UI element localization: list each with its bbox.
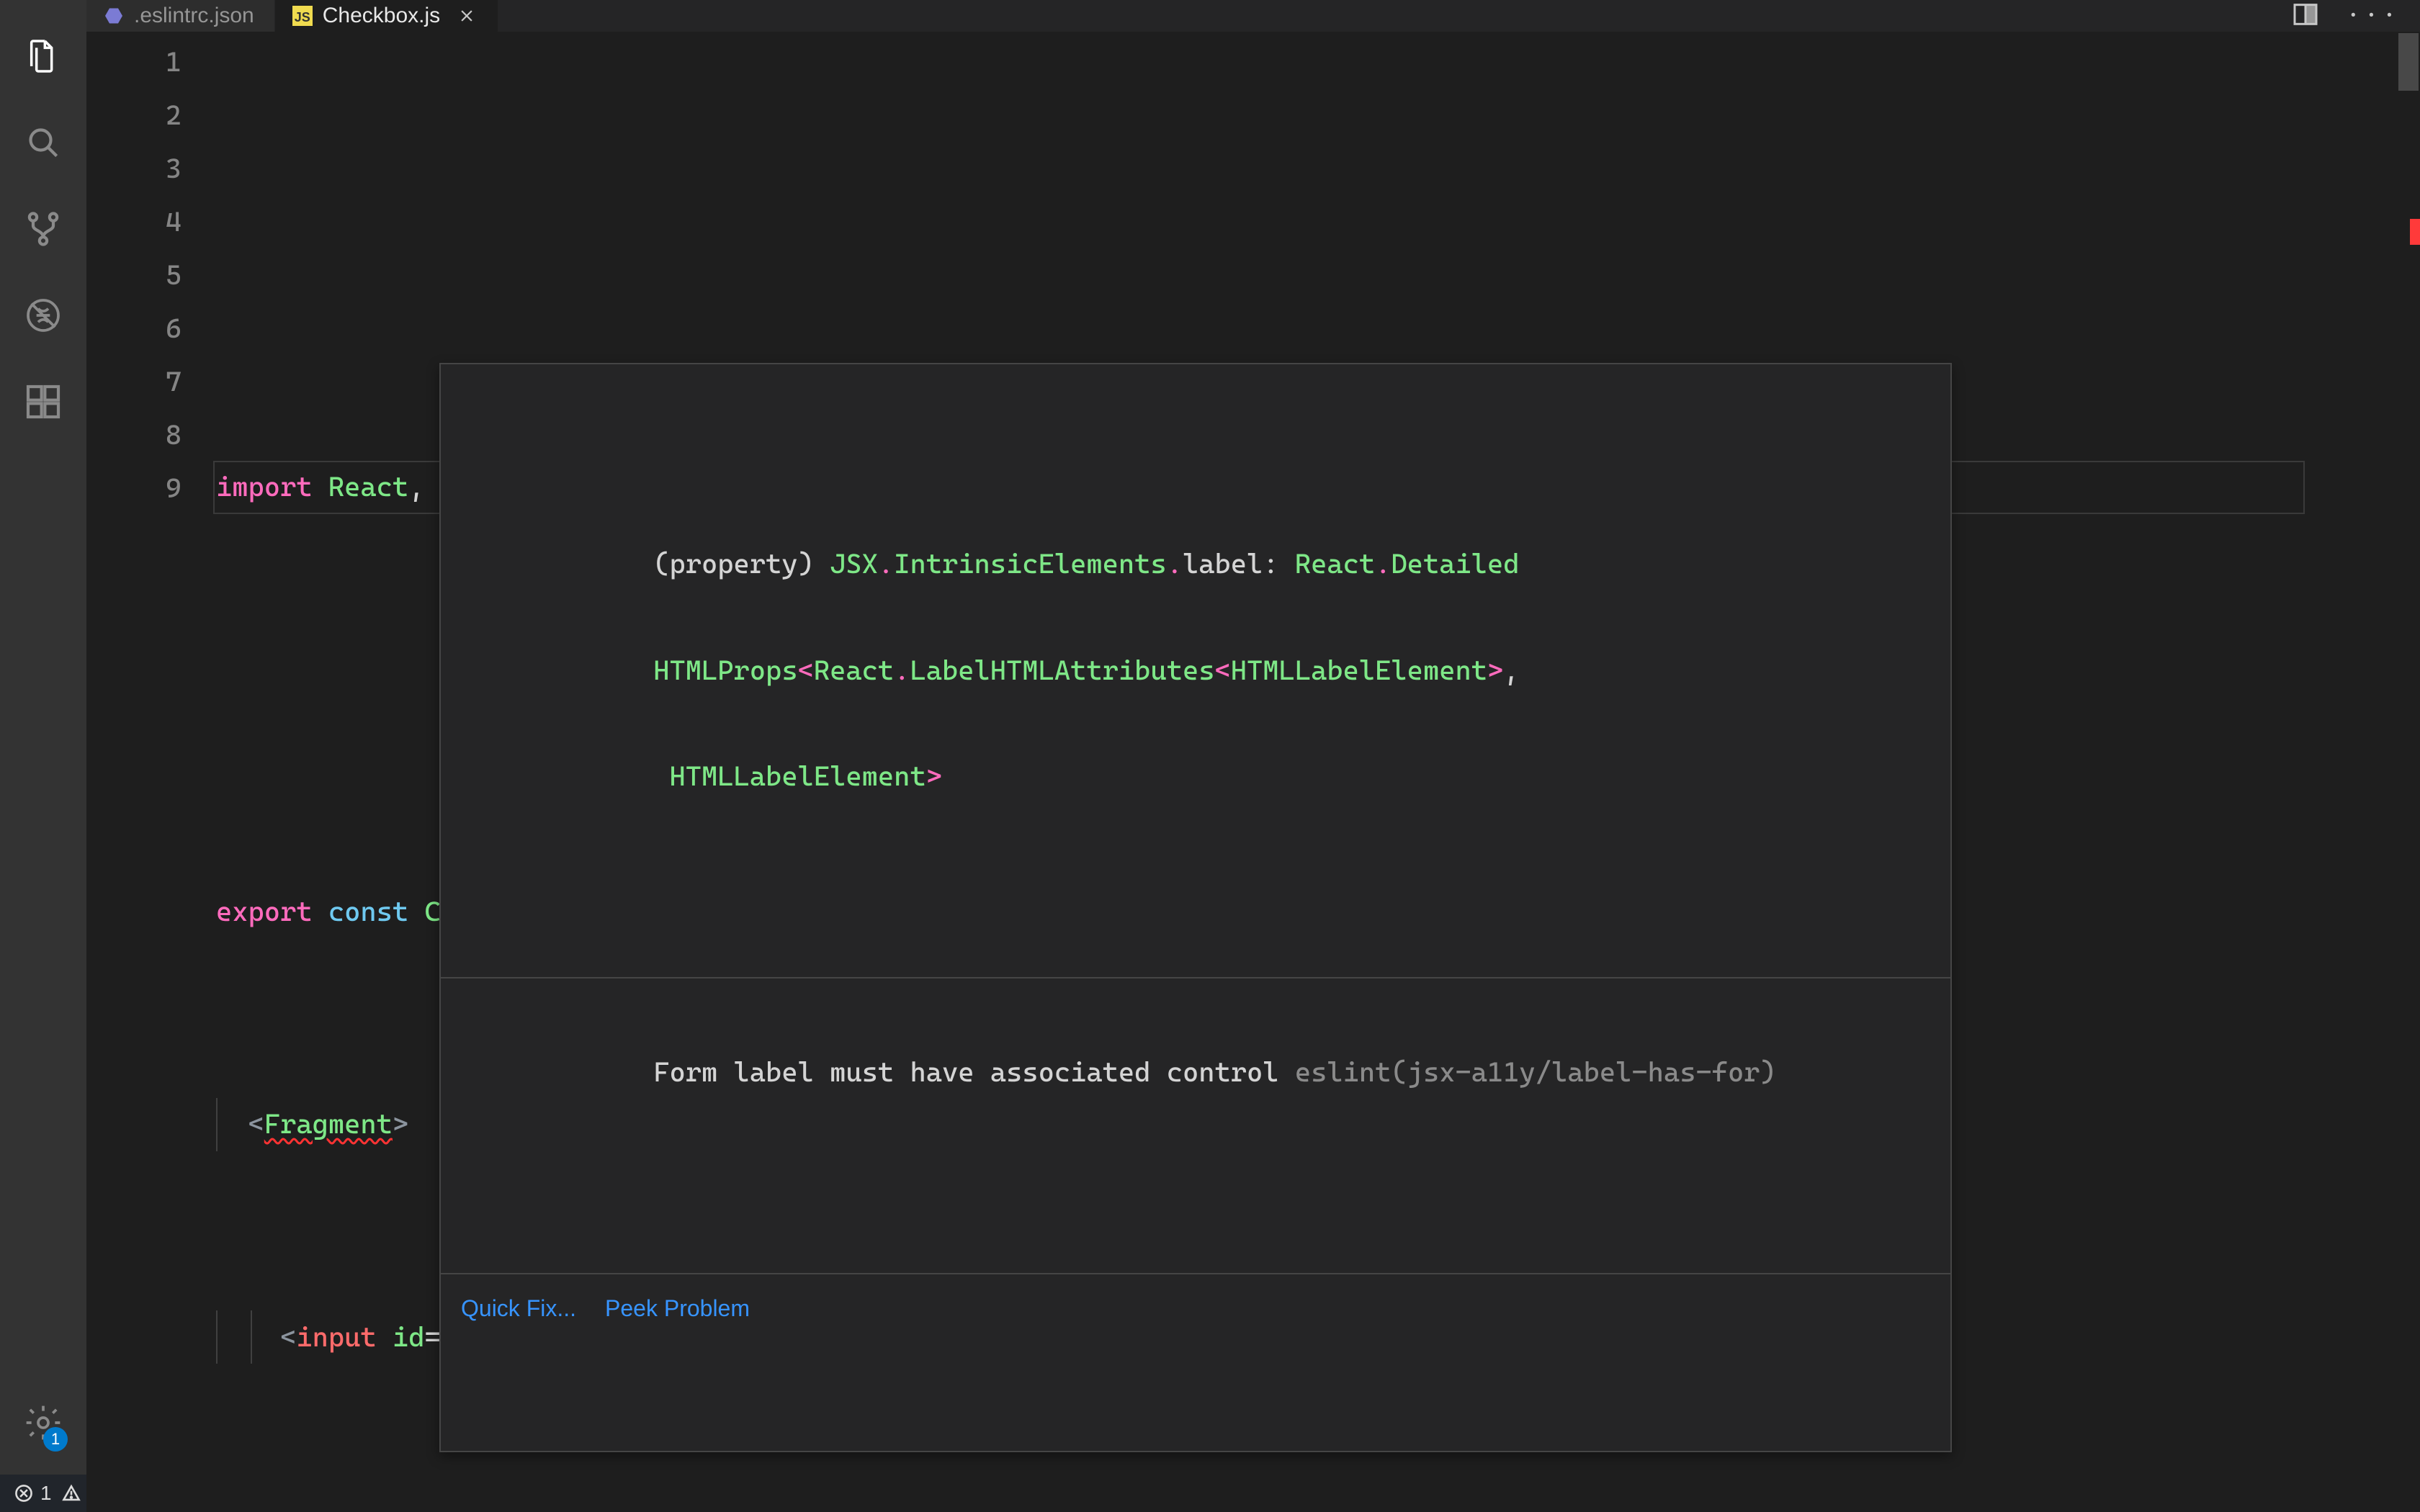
error-icon: [14, 1484, 33, 1503]
debug-disabled-icon[interactable]: [0, 272, 86, 359]
editor[interactable]: 1 2 3 4 5 6 7 8 9 import: [86, 32, 2420, 1512]
quick-fix-link[interactable]: Quick Fix...: [461, 1286, 576, 1331]
activity-bar: 1: [0, 0, 86, 1475]
hover-actions: Quick Fix... Peek Problem: [441, 1273, 1950, 1345]
overview-error-marker[interactable]: [2410, 219, 2420, 232]
tab-bar: .eslintrc.json JS Checkbox.js ···: [86, 0, 2420, 32]
tab-label: .eslintrc.json: [134, 4, 254, 28]
peek-problem-link[interactable]: Peek Problem: [605, 1286, 750, 1331]
js-file-icon: JS: [292, 6, 313, 26]
warning-icon: [62, 1484, 81, 1503]
line-number-gutter: 1 2 3 4 5 6 7 8 9: [86, 32, 216, 1512]
hover-signature: (property) JSX.IntrinsicElements.label: …: [441, 470, 1950, 870]
eslint-file-icon: [104, 6, 124, 26]
search-icon[interactable]: [0, 99, 86, 186]
settings-badge: 1: [43, 1427, 68, 1452]
overview-error-marker[interactable]: [2410, 232, 2420, 245]
editor-actions: ···: [2271, 0, 2420, 32]
hover-lint-message: Form label must have associated control …: [441, 977, 1950, 1166]
tab-eslintrc[interactable]: .eslintrc.json: [86, 0, 275, 32]
source-control-icon[interactable]: [0, 186, 86, 272]
settings-gear-icon[interactable]: 1: [0, 1380, 86, 1466]
split-editor-icon[interactable]: [2291, 0, 2320, 32]
close-icon[interactable]: [456, 5, 478, 27]
editor-group: .eslintrc.json JS Checkbox.js ··· 1 2: [86, 0, 2420, 1475]
tab-checkbox-js[interactable]: JS Checkbox.js: [275, 0, 498, 32]
app-frame: 1 .eslintrc.json JS Checkbox.js ···: [0, 0, 2420, 1475]
more-actions-icon[interactable]: ···: [2346, 3, 2400, 29]
scrollbar-thumb[interactable]: [2398, 33, 2419, 91]
code-area[interactable]: import React, { Fragment } from 'react';…: [216, 32, 2420, 1512]
extensions-icon[interactable]: [0, 359, 86, 445]
tab-label: Checkbox.js: [323, 4, 440, 28]
hover-tooltip: (property) JSX.IntrinsicElements.label: …: [439, 363, 1952, 1452]
explorer-icon[interactable]: [0, 13, 86, 99]
status-errors[interactable]: 1: [14, 1482, 52, 1505]
